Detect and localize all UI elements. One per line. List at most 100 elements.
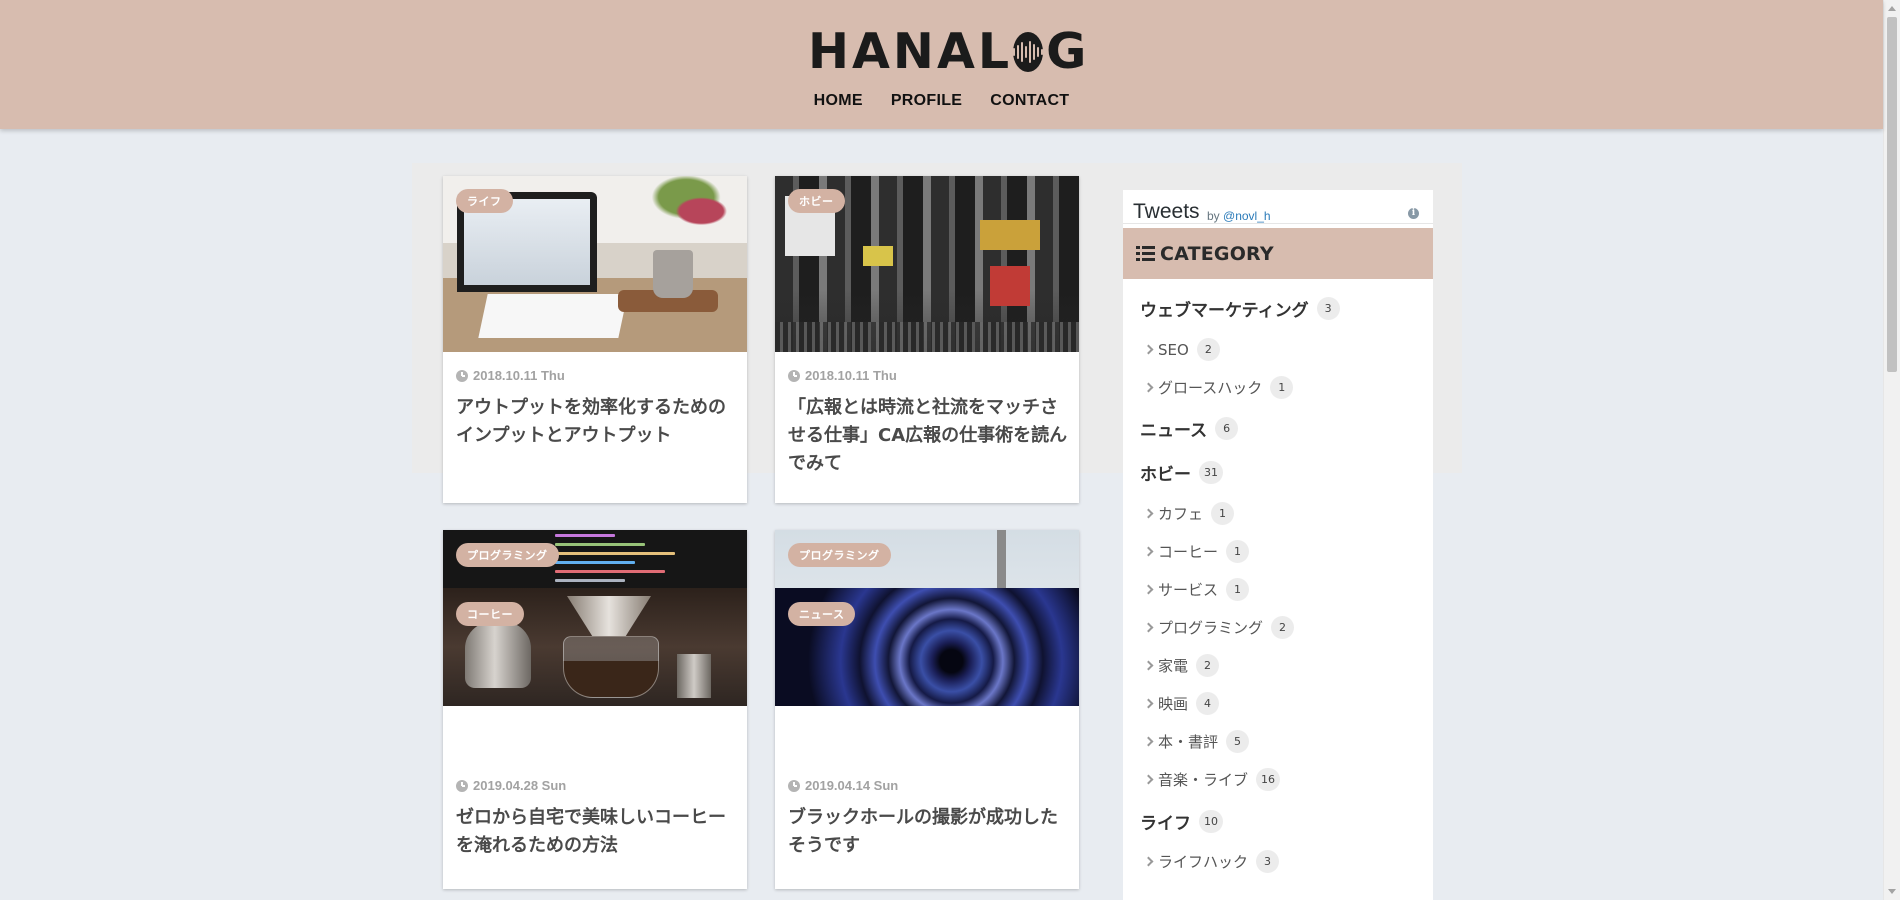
category-count: 5: [1226, 730, 1250, 753]
nav-profile[interactable]: PROFILE: [877, 92, 976, 110]
logo-text-end: G: [1046, 22, 1090, 80]
category-item[interactable]: ウェブマーケティング 3: [1140, 296, 1340, 321]
subcategory-item[interactable]: カフェ 1: [1143, 502, 1235, 525]
scroll-thumb[interactable]: [1887, 17, 1897, 372]
chevron-right-icon: [1143, 382, 1154, 393]
post-date: 2019.04.14 Sun: [788, 778, 898, 793]
article-title[interactable]: アウトプットを効率化するためのインプットとアウトプット: [456, 394, 738, 450]
category-badge[interactable]: コーヒー: [456, 602, 524, 626]
subcategory-item[interactable]: 家電 2: [1143, 654, 1220, 677]
category-label: 家電: [1158, 657, 1189, 675]
category-badge[interactable]: ライフ: [456, 189, 513, 213]
category-label: ライフハック: [1158, 853, 1249, 871]
article-thumbnail[interactable]: ライフ: [443, 176, 747, 352]
category-label: 本・書評: [1158, 733, 1219, 751]
chevron-right-icon: [1143, 660, 1154, 671]
article-title[interactable]: ブラックホールの撮影が成功したそうです: [788, 804, 1070, 860]
article-card[interactable]: プログラミング コーヒー 2019.04.28 Sun ゼロから自宅で美味しいコ…: [443, 530, 747, 889]
chevron-right-icon: [1143, 774, 1154, 785]
clock-icon: [788, 779, 800, 792]
post-date: 2018.10.11 Thu: [456, 368, 565, 383]
category-count: 3: [1256, 850, 1280, 873]
category-count: 2: [1196, 654, 1220, 677]
category-label: SEO: [1158, 340, 1189, 359]
site-header: HANAL G HOME PROFILE CONTACT: [0, 0, 1883, 129]
category-count: 31: [1199, 461, 1223, 484]
nav-contact[interactable]: CONTACT: [976, 92, 1083, 110]
category-count: 2: [1196, 338, 1220, 361]
chevron-right-icon: [1143, 856, 1154, 867]
category-item[interactable]: ニュース 6: [1140, 416, 1239, 441]
category-badge[interactable]: ニュース: [788, 602, 856, 626]
article-card[interactable]: プログラミング ニュース 2019.04.14 Sun ブラックホールの撮影が成…: [775, 530, 1079, 889]
post-date-text: 2018.10.11 Thu: [473, 368, 565, 383]
article-title[interactable]: ゼロから自宅で美味しいコーヒーを淹れるための方法: [456, 804, 738, 860]
category-count: 16: [1256, 768, 1281, 791]
category-count: 2: [1271, 616, 1295, 639]
logo-text-start: HANAL: [808, 22, 1013, 80]
category-label: グロースハック: [1158, 379, 1263, 397]
category-label: プログラミング: [1158, 619, 1264, 637]
category-count: 1: [1270, 376, 1294, 399]
subcategory-item[interactable]: 本・書評 5: [1143, 730, 1250, 753]
subcategory-item[interactable]: グロースハック 1: [1143, 376, 1294, 399]
scroll-up-icon[interactable]: [1888, 6, 1896, 11]
info-icon[interactable]: i: [1408, 208, 1419, 219]
subcategory-item[interactable]: SEO 2: [1143, 338, 1220, 361]
article-thumbnail[interactable]: プログラミング ニュース: [775, 530, 1079, 706]
chevron-right-icon: [1143, 584, 1154, 595]
soundwave-icon: [1013, 32, 1044, 72]
chevron-right-icon: [1143, 546, 1154, 557]
chevron-right-icon: [1143, 344, 1154, 355]
category-label: サービス: [1158, 581, 1219, 599]
category-item[interactable]: ホビー 31: [1140, 460, 1223, 485]
category-label: カフェ: [1158, 505, 1204, 523]
clock-icon: [788, 369, 800, 382]
page-scrollbar[interactable]: [1883, 0, 1900, 900]
subcategory-item[interactable]: コーヒー 1: [1143, 540, 1250, 563]
article-title[interactable]: 「広報とは時流と社流をマッチさせる仕事」CA広報の仕事術を読んでみて: [788, 394, 1070, 478]
subcategory-item[interactable]: 映画 4: [1143, 692, 1220, 715]
post-date: 2018.10.11 Thu: [788, 368, 897, 383]
category-label: ホビー: [1140, 465, 1191, 485]
post-date-text: 2019.04.28 Sun: [473, 778, 567, 793]
twitter-handle-link[interactable]: @novl_h: [1223, 209, 1271, 223]
sidebar: Tweets by @novl_h i CATEGORY ウェブマーケティング …: [1123, 190, 1433, 900]
clock-icon: [456, 779, 468, 792]
subcategory-item[interactable]: ライフハック 3: [1143, 850, 1280, 873]
category-count: 4: [1196, 692, 1220, 715]
category-badge[interactable]: プログラミング: [788, 543, 891, 567]
tweets-by-line: by @novl_h: [1207, 209, 1271, 223]
nav-home[interactable]: HOME: [800, 92, 877, 110]
category-count: 3: [1316, 297, 1340, 320]
article-card[interactable]: ホビー 2018.10.11 Thu 「広報とは時流と社流をマッチさせる仕事」C…: [775, 176, 1079, 503]
tweets-title: Tweets: [1133, 200, 1200, 223]
category-label: ニュース: [1140, 421, 1208, 441]
chevron-right-icon: [1143, 698, 1154, 709]
chevron-right-icon: [1143, 622, 1154, 633]
category-count: 6: [1215, 417, 1239, 440]
category-item[interactable]: ライフ 10: [1140, 809, 1223, 834]
chevron-right-icon: [1143, 508, 1154, 519]
category-label: ウェブマーケティング: [1140, 301, 1309, 321]
category-label: ライフ: [1140, 814, 1191, 834]
subcategory-item[interactable]: プログラミング 2: [1143, 616, 1295, 639]
subcategory-item[interactable]: 音楽・ライブ 16: [1143, 768, 1281, 791]
article-card[interactable]: ライフ 2018.10.11 Thu アウトプットを効率化するためのインプットと…: [443, 176, 747, 503]
chevron-right-icon: [1143, 736, 1154, 747]
clock-icon: [456, 369, 468, 382]
subcategory-item[interactable]: サービス 1: [1143, 578, 1250, 601]
category-badge[interactable]: ホビー: [788, 189, 845, 213]
category-label: 音楽・ライブ: [1158, 771, 1249, 789]
main-nav: HOME PROFILE CONTACT: [0, 92, 1883, 110]
post-date: 2019.04.28 Sun: [456, 778, 566, 793]
category-label: コーヒー: [1158, 543, 1219, 561]
category-heading-label: CATEGORY: [1160, 242, 1274, 265]
category-label: 映画: [1158, 695, 1189, 713]
scroll-down-icon[interactable]: [1888, 889, 1896, 894]
category-count: 10: [1199, 810, 1223, 833]
site-logo[interactable]: HANAL G: [808, 18, 1086, 84]
category-badge[interactable]: プログラミング: [456, 543, 559, 567]
article-thumbnail[interactable]: プログラミング コーヒー: [443, 530, 747, 706]
article-thumbnail[interactable]: ホビー: [775, 176, 1079, 352]
